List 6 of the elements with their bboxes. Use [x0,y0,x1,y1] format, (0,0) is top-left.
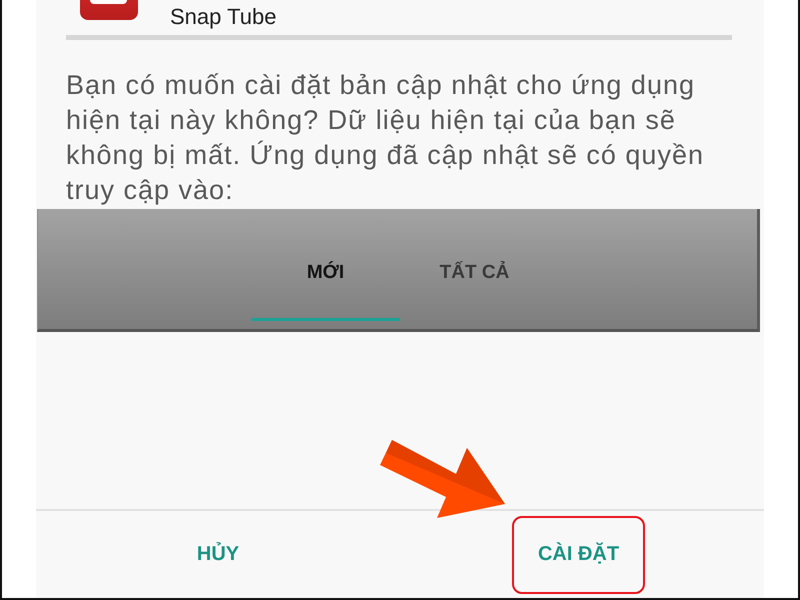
install-button[interactable]: CÀI ĐẶT [526,533,632,576]
cancel-button[interactable]: HỦY [184,533,252,576]
app-title: Snap Tube [170,4,276,30]
tab[interactable]: TẤT CẢ [400,209,549,321]
message-text: Bạn có muốn cài đặt bản cập nhật cho ứng dụng hiện tại này không? Dữ liệu hiện tại của bạn sẽ không bị mất. Ứng dụng đã cập nhật sẽ có quyền truy cập vào: [66,69,705,207]
tab[interactable]: MỚI [251,209,400,321]
